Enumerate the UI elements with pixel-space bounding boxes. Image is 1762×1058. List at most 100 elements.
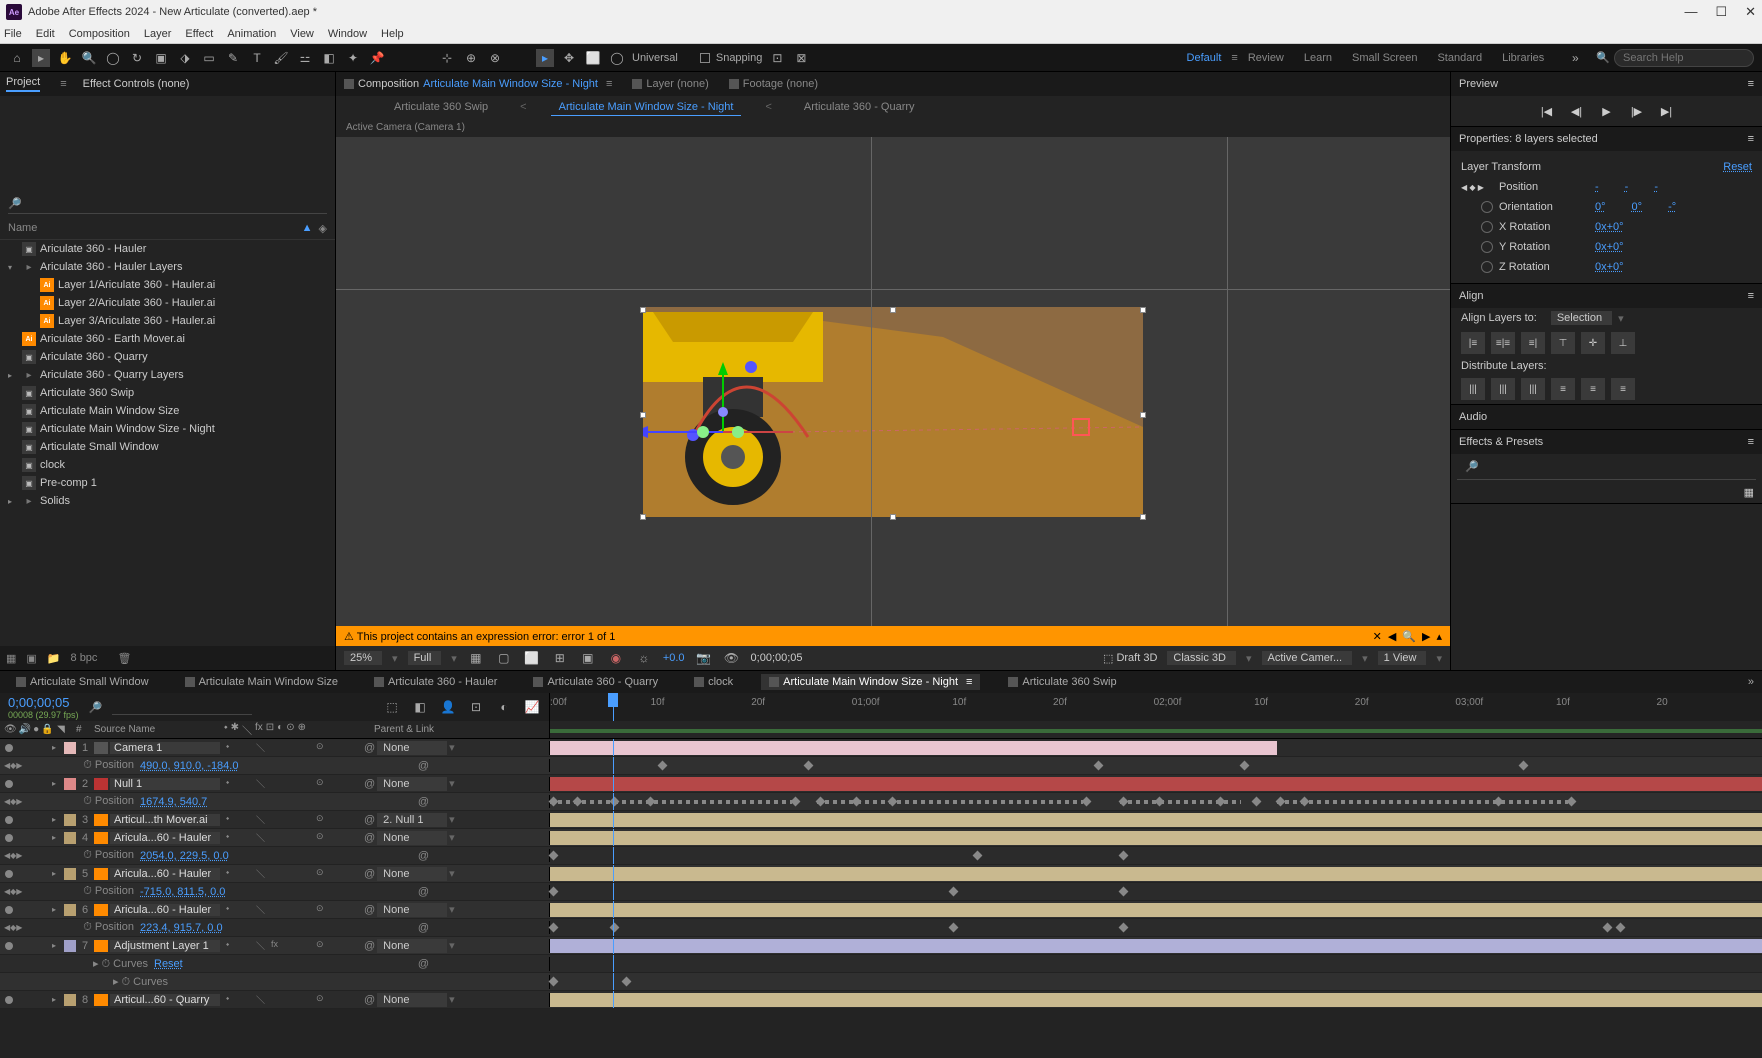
layer-row[interactable]: ▸8Articul...60 - Quarry⬩＼⊙@None▾	[0, 991, 1762, 1009]
visibility-toggle[interactable]	[5, 834, 13, 842]
property-row[interactable]: ▸ ⏱ Curves	[0, 973, 1762, 991]
viewer-tab[interactable]: CompositionArticulate Main Window Size -…	[344, 78, 612, 90]
layer-name[interactable]: Articul...th Mover.ai	[110, 814, 220, 826]
keyframe[interactable]	[973, 851, 983, 861]
effects-menu-icon[interactable]: ≡	[1748, 436, 1754, 448]
shape-tool[interactable]: ▭	[200, 49, 218, 67]
stopwatch-icon[interactable]	[1481, 241, 1493, 253]
keyframe[interactable]	[1094, 761, 1104, 771]
graph-editor-icon[interactable]: 📈	[523, 698, 541, 716]
parent-link-header[interactable]: Parent & Link	[374, 724, 434, 735]
layer-row[interactable]: ▸4Aricula...60 - Hauler⬩＼⊙@None▾	[0, 829, 1762, 847]
exposure-value[interactable]: +0.0	[663, 652, 685, 664]
renderer-dropdown[interactable]: Classic 3D	[1167, 651, 1236, 665]
new-bin-icon[interactable]: ▦	[1744, 487, 1754, 499]
draft-3d-toggle[interactable]: ⬚Draft 3D	[1103, 652, 1157, 665]
expression-pickwhip-icon[interactable]: @	[418, 922, 429, 934]
minimize-button[interactable]: —	[1684, 4, 1697, 20]
property-value[interactable]: -	[1595, 181, 1599, 193]
layer-name[interactable]: Aricula...60 - Hauler	[110, 868, 220, 880]
align-menu-icon[interactable]: ≡	[1748, 290, 1754, 302]
project-sort-icon[interactable]: ▲	[302, 222, 313, 235]
layer-twirl[interactable]: ▸	[52, 941, 62, 950]
layer-duration-bar[interactable]	[550, 813, 1762, 827]
parent-dropdown[interactable]: None	[377, 741, 447, 755]
gizmo-pos-icon[interactable]: ✥	[560, 49, 578, 67]
bpc-toggle[interactable]: 8 bpc	[71, 652, 98, 664]
properties-menu-icon[interactable]: ≡	[1748, 133, 1754, 145]
keyframe[interactable]	[1082, 797, 1092, 807]
stopwatch-icon[interactable]	[1481, 261, 1493, 273]
keyframe[interactable]	[1603, 923, 1613, 933]
preview-timecode[interactable]: 0;00;00;05	[751, 652, 803, 664]
workspace-default[interactable]: Default	[1177, 52, 1232, 64]
layer-row[interactable]: ▸1Camera 1⬩＼⊙@None▾	[0, 739, 1762, 757]
parent-dropdown[interactable]: None	[377, 903, 447, 917]
label-color[interactable]	[64, 940, 76, 952]
dist-bottom-button[interactable]: ≡	[1611, 378, 1635, 400]
project-name-header[interactable]: Name	[8, 222, 37, 235]
project-item[interactable]: ▾▸Ariculate 360 - Hauler Layers	[0, 258, 335, 276]
camera-dropdown[interactable]: Active Camer...	[1262, 651, 1353, 665]
keyframe[interactable]	[549, 923, 559, 933]
channel-icon[interactable]: ▣	[579, 649, 597, 667]
parent-dropdown[interactable]: None	[377, 993, 447, 1007]
error-close-icon[interactable]: ✕	[1373, 630, 1382, 643]
project-tab-effect[interactable]: Effect Controls (none)	[83, 78, 190, 90]
color-mgmt-icon[interactable]: ◉	[607, 649, 625, 667]
layer-name[interactable]: Camera 1	[110, 742, 220, 754]
new-comp-icon[interactable]: ▣	[26, 652, 36, 665]
layer-duration-bar[interactable]	[550, 867, 1762, 881]
error-next-icon[interactable]: ▶	[1422, 630, 1430, 643]
property-value[interactable]: 0x+0°	[1595, 221, 1624, 233]
layer-duration-bar[interactable]	[550, 777, 1762, 791]
property-value[interactable]: -	[1654, 181, 1658, 193]
property-row[interactable]: ◀◆▶⏱ Position-715.0, 811.5, 0.0@	[0, 883, 1762, 901]
expression-pickwhip-icon[interactable]: @	[418, 796, 429, 808]
visibility-toggle[interactable]	[5, 816, 13, 824]
keyframe[interactable]	[1118, 923, 1128, 933]
property-row[interactable]: ◀◆▶⏱ Position223.4, 915.7, 0.0@	[0, 919, 1762, 937]
puppet-tool[interactable]: 📌	[368, 49, 386, 67]
shy-switch-icon[interactable]: ⬩	[224, 722, 228, 737]
project-item[interactable]: ▣Ariculate 360 - Quarry	[0, 348, 335, 366]
property-row[interactable]: ◀◆▶⏱ Position2054.0, 229.5, 0.0@	[0, 847, 1762, 865]
keyframe[interactable]	[549, 977, 559, 987]
axis-view-icon[interactable]: ⊗	[486, 49, 504, 67]
keyframe[interactable]	[949, 923, 959, 933]
error-reveal-icon[interactable]: 🔍	[1402, 630, 1416, 643]
parent-pickwhip-icon[interactable]: @	[364, 868, 375, 880]
property-value[interactable]: -	[1625, 181, 1629, 193]
workspace-overflow-icon[interactable]: »	[1566, 49, 1584, 67]
orbit-tool[interactable]: ◯	[104, 49, 122, 67]
layer-twirl[interactable]: ▸	[52, 815, 62, 824]
stopwatch-icon[interactable]	[1481, 201, 1493, 213]
visibility-toggle[interactable]	[5, 780, 13, 788]
project-item[interactable]: AiAriculate 360 - Earth Mover.ai	[0, 330, 335, 348]
shy-toggle-icon[interactable]: 👤	[439, 698, 457, 716]
axis-local-icon[interactable]: ⊹	[438, 49, 456, 67]
expression-pickwhip-icon[interactable]: @	[418, 850, 429, 862]
viewer-tab[interactable]: Footage (none)	[729, 78, 818, 90]
keyframe[interactable]	[609, 923, 619, 933]
expression-pickwhip-icon[interactable]: @	[418, 958, 429, 970]
property-row[interactable]: ◀◆▶⏱ Position490.0, 910.0, -184.0@	[0, 757, 1762, 775]
parent-pickwhip-icon[interactable]: @	[364, 742, 375, 754]
magnification-dropdown[interactable]: 25%	[344, 651, 382, 665]
keyframe[interactable]	[1615, 923, 1625, 933]
gizmo-rot-icon[interactable]: ◯	[608, 49, 626, 67]
keyframe[interactable]	[1239, 761, 1249, 771]
layer-twirl[interactable]: ▸	[52, 833, 62, 842]
timeline-tab[interactable]: Articulate Main Window Size - Night≡	[761, 674, 980, 690]
comp-mini-flowchart-icon[interactable]: ⬚	[383, 698, 401, 716]
property-value[interactable]: Reset	[154, 958, 183, 970]
parent-dropdown[interactable]: None	[377, 831, 447, 845]
type-tool[interactable]: T	[248, 49, 266, 67]
layer-name[interactable]: Articul...60 - Quarry	[110, 994, 220, 1006]
workspace-libraries[interactable]: Libraries	[1492, 52, 1554, 64]
label-color[interactable]	[64, 778, 76, 790]
align-hcenter-button[interactable]: ≡|≡	[1491, 332, 1515, 354]
menu-animation[interactable]: Animation	[227, 28, 276, 40]
composition-viewport[interactable]	[336, 137, 1450, 626]
layer-duration-bar[interactable]	[550, 939, 1762, 953]
